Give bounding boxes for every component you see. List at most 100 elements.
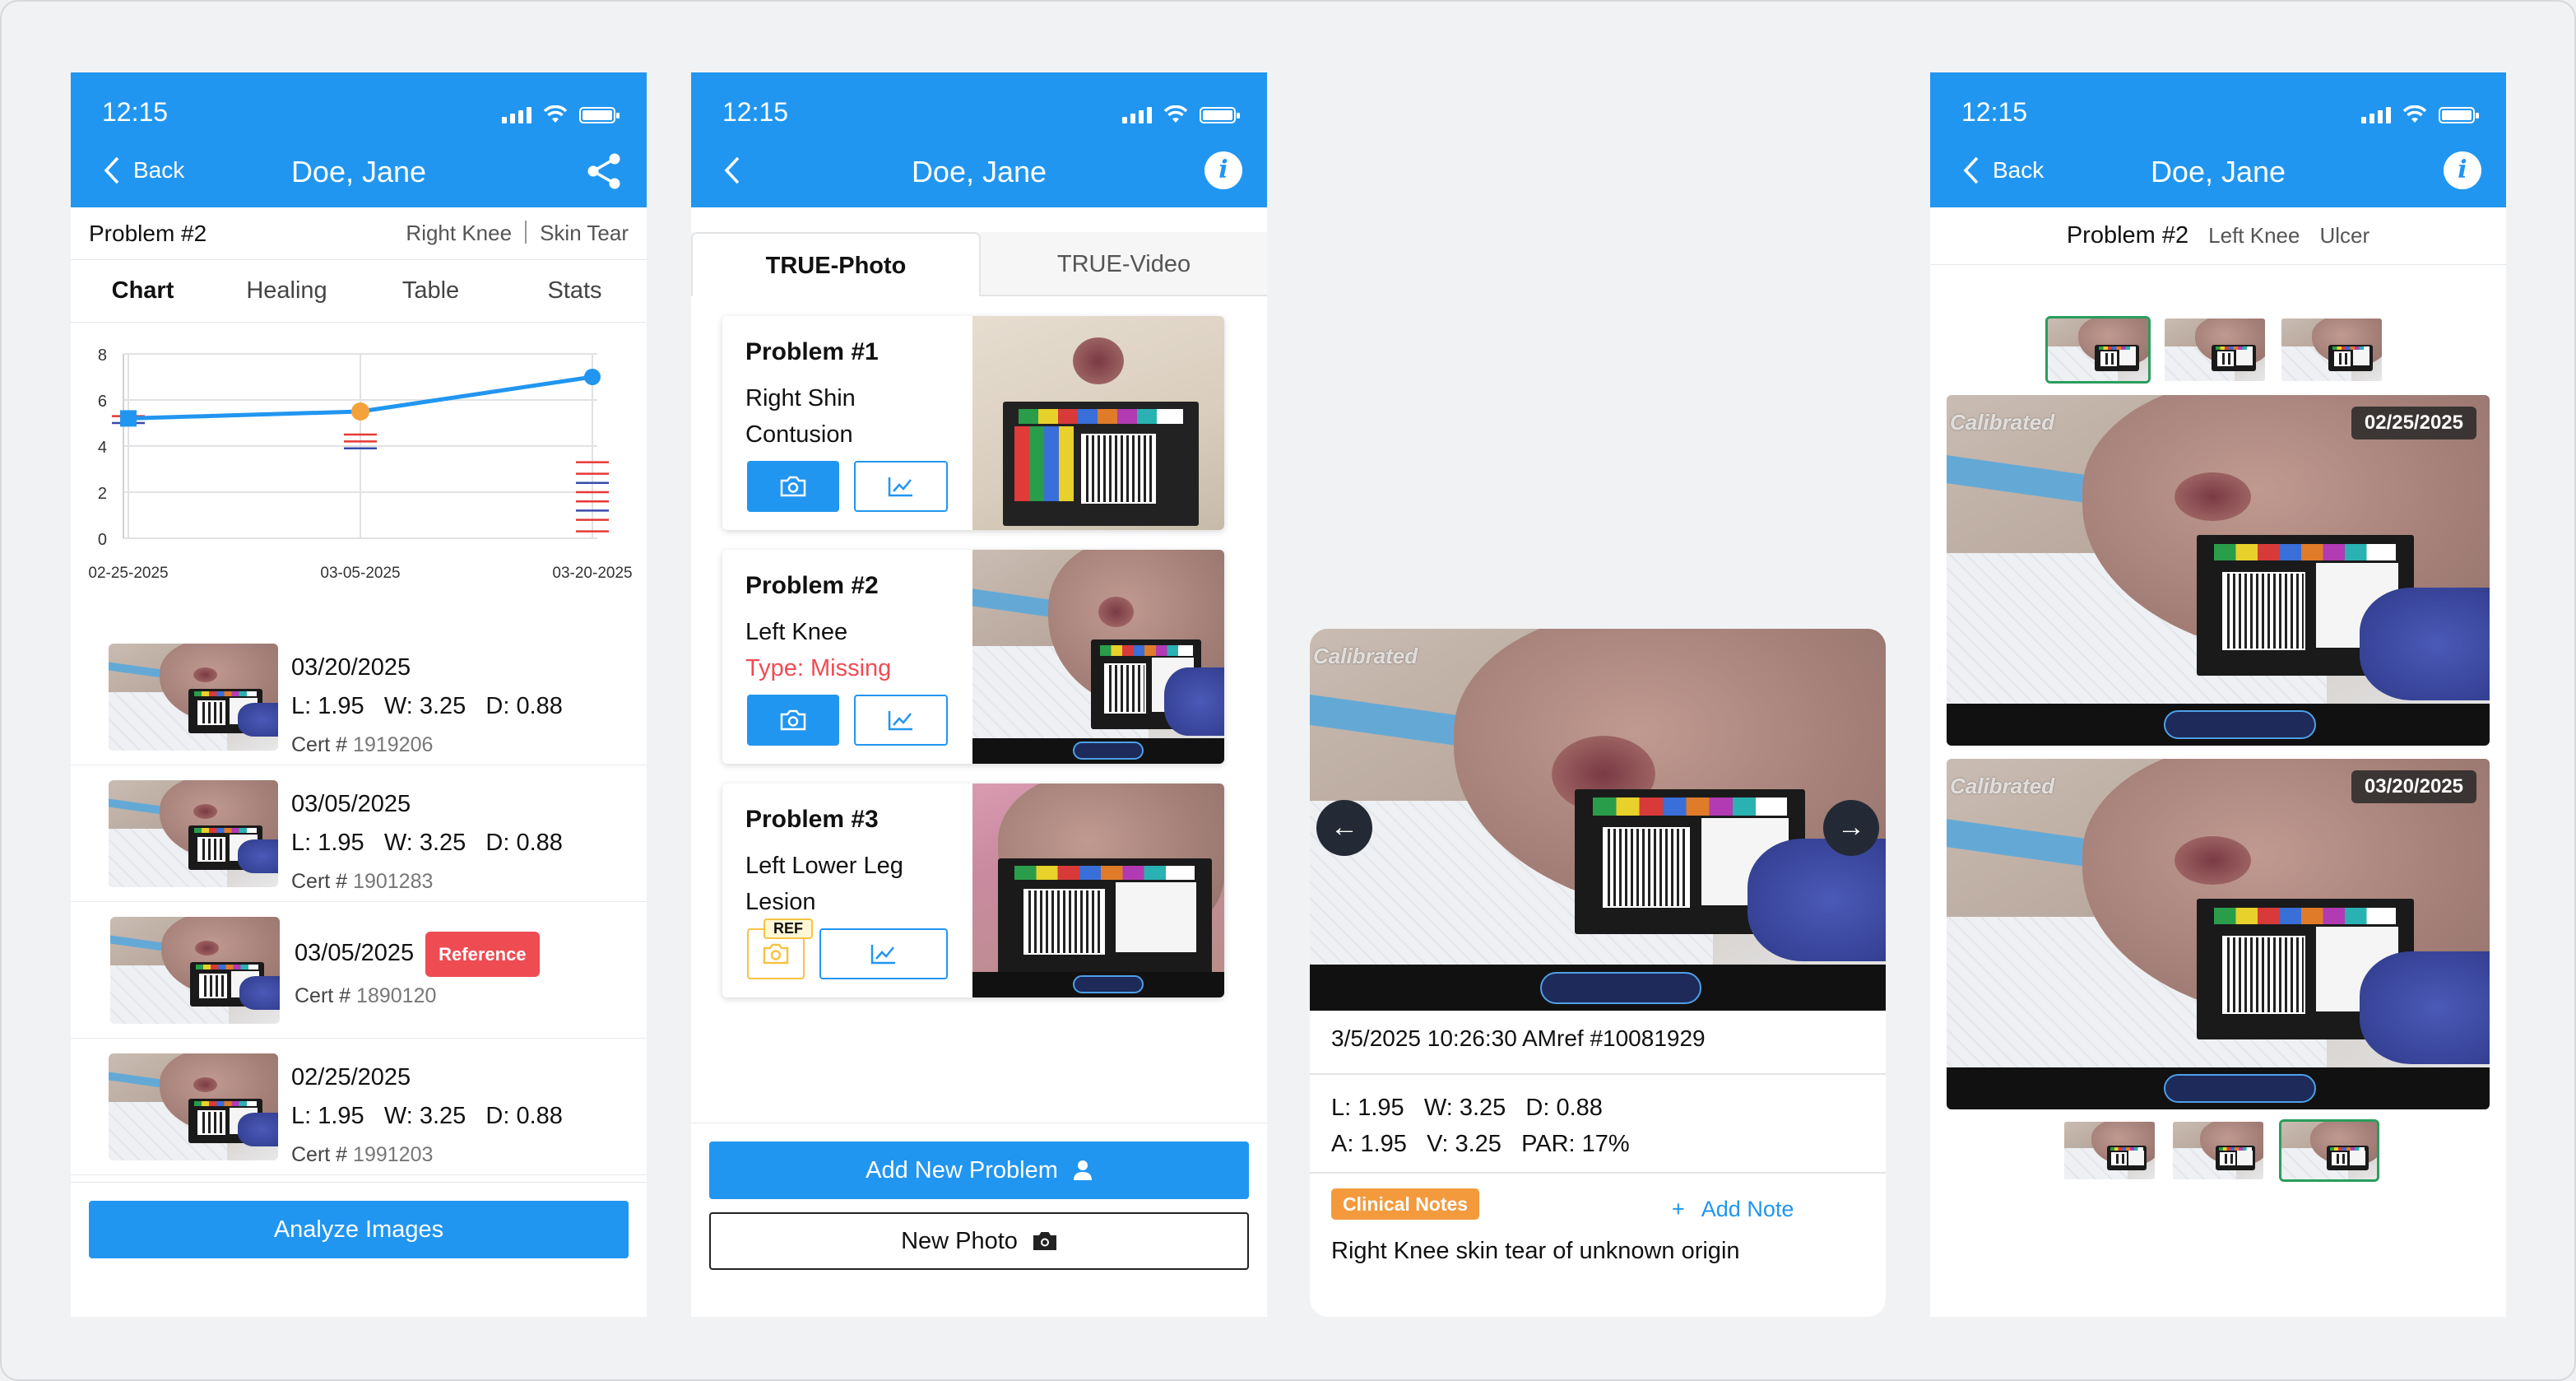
arrow-left-icon: ← bbox=[1330, 811, 1358, 843]
share-button[interactable] bbox=[584, 151, 624, 195]
tab-stats[interactable]: Stats bbox=[503, 277, 647, 305]
problem-title: Problem #2 bbox=[89, 220, 207, 246]
footer-bar: Analyze Images bbox=[71, 1182, 647, 1317]
chart-x-tick-label: 03-20-2025 bbox=[552, 565, 632, 582]
problem-header: Problem #2 Right Knee Skin Tear bbox=[71, 207, 647, 260]
problem-card-title: Problem #1 bbox=[745, 338, 879, 365]
add-photo-button[interactable] bbox=[747, 695, 839, 746]
record-item[interactable]: 03/20/2025 L: 1.95 W: 3.25 D: 0.88 Cert … bbox=[71, 629, 647, 765]
chart-button[interactable] bbox=[854, 461, 948, 512]
problem-card[interactable]: Problem #2 Left Knee Type: Missing bbox=[722, 550, 1224, 764]
share-icon bbox=[587, 153, 620, 189]
clinical-notes-header: Clinical Notes bbox=[1331, 1188, 1480, 1220]
battery-icon bbox=[579, 107, 620, 123]
tab-chart[interactable]: Chart bbox=[71, 277, 215, 305]
problem-card[interactable]: Problem #3 Left Lower Leg Lesion REF bbox=[722, 783, 1224, 997]
record-cert: Cert # 1890120 bbox=[295, 984, 437, 1007]
info-icon: i bbox=[2444, 151, 2481, 189]
analyze-images-button[interactable]: Analyze Images bbox=[89, 1201, 629, 1258]
missing-type-warning: Type: Missing bbox=[745, 655, 892, 681]
wifi-icon bbox=[1163, 105, 1188, 123]
photo-viewer[interactable]: Calibrated ← → bbox=[1310, 629, 1886, 1011]
problem-card-image[interactable] bbox=[972, 783, 1224, 997]
chart-y-tick-label: 4 bbox=[98, 439, 107, 457]
add-photo-button[interactable] bbox=[747, 461, 839, 512]
problem-card[interactable]: Problem #1 Right Shin Contusion bbox=[722, 316, 1224, 530]
bottom-thumbnail[interactable] bbox=[2170, 1119, 2266, 1182]
tab-true-photo[interactable]: TRUE-Photo bbox=[691, 232, 981, 296]
tab-table[interactable]: Table bbox=[359, 277, 503, 305]
info-button[interactable]: i bbox=[1204, 151, 1242, 189]
record-item[interactable]: 02/25/2025 L: 1.95 W: 3.25 D: 0.88 Cert … bbox=[71, 1039, 647, 1175]
chart-button[interactable] bbox=[854, 695, 948, 746]
screen-photo-detail: Calibrated ← → 3/5/2025 10:26:30 AMref #… bbox=[1310, 629, 1886, 1317]
comparison-photo-top[interactable]: Calibrated 02/25/2025 bbox=[1947, 395, 2490, 746]
record-item[interactable]: 03/05/2025 L: 1.95 W: 3.25 D: 0.88 Cert … bbox=[71, 765, 647, 902]
chart-line-icon bbox=[870, 945, 895, 965]
arrow-right-icon: → bbox=[1837, 811, 1865, 843]
problem-card-title: Problem #2 bbox=[745, 572, 879, 599]
status-icons bbox=[502, 105, 620, 123]
new-photo-button[interactable]: New Photo bbox=[709, 1212, 1249, 1270]
clinical-note-text: Right Knee skin tear of unknown origin bbox=[1331, 1238, 1740, 1264]
status-time: 12:15 bbox=[722, 97, 789, 127]
problem-card-image[interactable] bbox=[972, 550, 1224, 764]
status-time: 12:15 bbox=[102, 97, 169, 127]
photo-date-chip: 02/25/2025 bbox=[2351, 407, 2476, 439]
camera-plus-icon bbox=[780, 476, 806, 497]
status-icons bbox=[1122, 105, 1240, 123]
record-list: 03/20/2025 L: 1.95 W: 3.25 D: 0.88 Cert … bbox=[71, 629, 647, 1175]
info-button[interactable]: i bbox=[2444, 151, 2481, 189]
record-thumbnail[interactable] bbox=[109, 780, 278, 887]
media-tabs: TRUE-Photo TRUE-Video bbox=[691, 232, 1267, 296]
record-cert: Cert # 1901283 bbox=[291, 870, 434, 893]
record-date: 02/25/2025 bbox=[291, 1064, 411, 1090]
record-thumbnail[interactable] bbox=[110, 917, 280, 1024]
record-date: 03/05/2025 bbox=[291, 791, 411, 817]
record-thumbnail[interactable] bbox=[109, 1053, 278, 1160]
record-thumbnail[interactable] bbox=[109, 644, 278, 751]
problem-card-title: Problem #3 bbox=[745, 806, 879, 833]
chart-y-tick-label: 2 bbox=[98, 485, 107, 503]
add-new-problem-button[interactable]: Add New Problem bbox=[709, 1142, 1249, 1199]
problem-location: Right Knee bbox=[406, 221, 513, 245]
footer-bar: Add New Problem New Photo bbox=[691, 1123, 1267, 1317]
add-note-label: Add Note bbox=[1701, 1197, 1794, 1221]
calibrated-watermark: Calibrated bbox=[1950, 774, 2055, 798]
screen-compare: 12:15 Back Doe, Jane i Problem #2 Left K… bbox=[1930, 72, 2506, 1317]
record-date: 03/20/2025 bbox=[291, 654, 411, 681]
tab-healing[interactable]: Healing bbox=[215, 277, 359, 305]
previous-photo-button[interactable]: ← bbox=[1316, 800, 1372, 856]
chart-data-point bbox=[584, 369, 601, 385]
patient-name: Doe, Jane bbox=[2150, 155, 2286, 188]
measurements-area: A: 1.95 V: 3.25 PAR: 17% bbox=[1331, 1131, 1630, 1157]
add-reference-photo-button[interactable]: REF bbox=[747, 918, 813, 979]
comparison-photo-bottom[interactable]: Calibrated 03/20/2025 bbox=[1947, 759, 2490, 1109]
tab-true-video[interactable]: TRUE-Video bbox=[981, 232, 1267, 295]
add-note-button[interactable]: + Add Note bbox=[1672, 1197, 1794, 1222]
bottom-thumbnail-selected[interactable] bbox=[2279, 1119, 2379, 1182]
problem-header: Problem #2 Left Knee Ulcer bbox=[1930, 207, 2506, 265]
chart-line-icon bbox=[888, 477, 912, 497]
top-thumbnail[interactable] bbox=[2162, 316, 2267, 384]
record-measurements: L: 1.95 W: 3.25 D: 0.88 bbox=[291, 830, 563, 856]
record-cert: Cert # 1991203 bbox=[291, 1143, 434, 1166]
new-photo-label: New Photo bbox=[901, 1227, 1018, 1254]
next-photo-button[interactable]: → bbox=[1823, 800, 1879, 856]
top-thumbnail-selected[interactable] bbox=[2045, 316, 2151, 384]
top-thumbnail[interactable] bbox=[2279, 316, 2384, 384]
chart-y-tick-label: 6 bbox=[98, 393, 107, 411]
chart-x-tick-label: 03-05-2025 bbox=[320, 565, 400, 582]
divider bbox=[525, 221, 527, 244]
screen-chart: 12:15 Back Doe, Jane Problem #2 Right Kn… bbox=[71, 72, 647, 1317]
problem-card-desc: Left Lower Leg Lesion bbox=[745, 853, 903, 915]
problem-card-image[interactable] bbox=[972, 316, 1224, 530]
record-item[interactable]: 03/05/2025 Reference Cert # 1890120 bbox=[71, 902, 647, 1039]
photo-date-chip: 03/20/2025 bbox=[2351, 770, 2476, 803]
record-measurements: L: 1.95 W: 3.25 D: 0.88 bbox=[291, 1103, 563, 1129]
chart-button[interactable] bbox=[819, 928, 948, 979]
chart-y-tick-label: 8 bbox=[98, 346, 107, 365]
bottom-thumbnail[interactable] bbox=[2062, 1119, 2157, 1182]
chart-data-point bbox=[351, 402, 369, 421]
app-header: 12:15 Back Doe, Jane i bbox=[1930, 72, 2506, 207]
